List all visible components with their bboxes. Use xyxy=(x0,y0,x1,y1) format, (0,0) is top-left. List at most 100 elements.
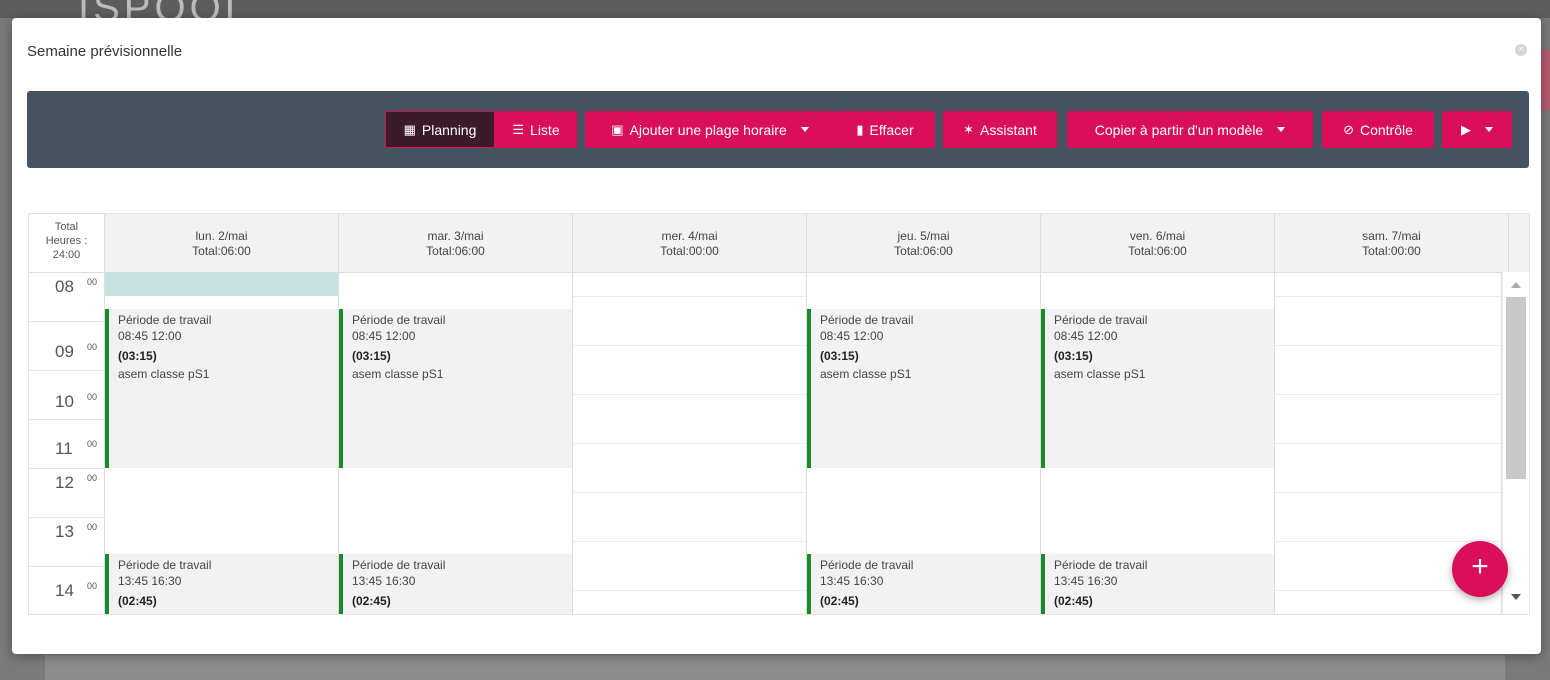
day-header-friday: ven. 6/mai Total:06:00 xyxy=(1041,214,1275,272)
hour-row: 11 00 xyxy=(29,419,105,469)
event-time: 08:45 12:00 xyxy=(352,329,416,343)
hour-row: 14 00 xyxy=(29,566,105,614)
hour-label: 12 xyxy=(55,473,74,492)
check-circle-icon: ⊘ xyxy=(1343,121,1354,137)
work-period-event[interactable]: Période de travail 08:45 12:00 (03:15) a… xyxy=(807,309,1040,468)
day-column-thursday[interactable]: Période de travail 08:45 12:00 (03:15) a… xyxy=(807,272,1041,614)
hours-label: Heures : xyxy=(45,235,88,247)
time-column: 08 00 09 00 10 00 11 00 12 00 13 00 14 00 xyxy=(29,272,105,614)
event-title: Période de travail xyxy=(1054,313,1148,327)
time-slot[interactable] xyxy=(1275,419,1501,444)
minute-label: 00 xyxy=(87,392,98,402)
day-column-wednesday[interactable] xyxy=(573,272,807,614)
work-period-event[interactable]: Période de travail 13:45 16:30 (02:45) xyxy=(339,554,572,614)
minute-label: 00 xyxy=(87,277,98,287)
hour-row: 10 00 xyxy=(29,370,105,420)
planning-view-button[interactable]: ▦ Planning xyxy=(385,111,495,148)
total-hours-value: 24:00 xyxy=(52,249,81,261)
day-name: sam. 7/mai xyxy=(1362,229,1421,243)
event-label: asem classe pS1 xyxy=(118,367,210,381)
export-icon: ▶ xyxy=(1461,121,1471,137)
work-period-event[interactable]: Période de travail 08:45 12:00 (03:15) a… xyxy=(1041,309,1274,468)
scrollbar-thumb[interactable] xyxy=(1506,297,1526,479)
selected-slot[interactable] xyxy=(105,272,338,296)
day-column-friday[interactable]: Période de travail 08:45 12:00 (03:15) a… xyxy=(1041,272,1275,614)
time-slot[interactable] xyxy=(573,419,806,444)
day-name: lun. 2/mai xyxy=(195,229,248,243)
time-slot[interactable] xyxy=(573,566,806,591)
list-view-button[interactable]: ☰ Liste xyxy=(495,111,577,148)
event-time: 13:45 16:30 xyxy=(352,574,416,588)
control-button[interactable]: ⊘ Contrôle xyxy=(1322,111,1434,148)
time-slot[interactable] xyxy=(1275,517,1501,542)
control-label: Contrôle xyxy=(1359,121,1413,138)
weekly-planning-grid: Total Heures : 24:00 lun. 2/mai Total:06… xyxy=(28,213,1530,615)
toolbar: ▦ Planning ☰ Liste ▣ Ajouter une plage h… xyxy=(27,91,1529,168)
day-column-tuesday[interactable]: Période de travail 08:45 12:00 (03:15) a… xyxy=(339,272,573,614)
planning-label: Planning xyxy=(421,121,477,138)
time-slot[interactable] xyxy=(1275,370,1501,395)
day-total: Total:06:00 xyxy=(894,244,953,258)
close-icon[interactable]: × xyxy=(1515,44,1527,56)
magic-wand-icon: ✶ xyxy=(963,121,975,137)
background-header: ISPOOL xyxy=(0,0,1550,30)
assistant-button[interactable]: ✶ Assistant xyxy=(943,111,1057,148)
time-slot[interactable] xyxy=(573,370,806,395)
minute-label: 00 xyxy=(87,439,98,449)
event-label: asem classe pS1 xyxy=(1054,367,1146,381)
event-title: Période de travail xyxy=(118,558,212,572)
event-duration: (02:45) xyxy=(1054,594,1093,608)
grid-header: Total Heures : 24:00 lun. 2/mai Total:06… xyxy=(29,214,1529,273)
event-duration: (02:45) xyxy=(352,594,391,608)
event-time: 13:45 16:30 xyxy=(118,574,182,588)
event-title: Période de travail xyxy=(820,313,914,327)
time-slot[interactable] xyxy=(573,468,806,493)
day-header-wednesday: mer. 4/mai Total:00:00 xyxy=(573,214,807,272)
time-slot[interactable] xyxy=(573,517,806,542)
day-name: ven. 6/mai xyxy=(1129,229,1186,243)
time-slot[interactable] xyxy=(573,321,806,346)
copy-from-template-button[interactable]: Copier à partir d'un modèle xyxy=(1067,111,1313,148)
hour-row: 09 00 xyxy=(29,321,105,371)
add-floating-button[interactable]: + xyxy=(1452,541,1508,597)
copy-from-template-label: Copier à partir d'un modèle xyxy=(1094,121,1264,138)
work-period-event[interactable]: Période de travail 08:45 12:00 (03:15) a… xyxy=(105,309,338,468)
time-slot[interactable] xyxy=(573,272,806,297)
work-period-event[interactable]: Période de travail 13:45 16:30 (02:45) xyxy=(807,554,1040,614)
event-time: 08:45 12:00 xyxy=(118,329,182,343)
hour-label: 08 xyxy=(55,277,74,296)
export-button[interactable]: ▶ xyxy=(1442,111,1512,148)
day-name: mar. 3/mai xyxy=(427,229,484,243)
work-period-event[interactable]: Période de travail 13:45 16:30 (02:45) xyxy=(105,554,338,614)
day-column-monday[interactable]: Période de travail 08:45 12:00 (03:15) a… xyxy=(105,272,339,614)
time-slot[interactable] xyxy=(1275,321,1501,346)
calendar-plus-icon: ▣ xyxy=(611,121,624,137)
clear-button[interactable]: ▮ Effacer xyxy=(835,111,935,148)
minute-label: 00 xyxy=(87,342,98,352)
day-header-tuesday: mar. 3/mai Total:06:00 xyxy=(339,214,573,272)
background-table xyxy=(45,655,1505,680)
list-icon: ☰ xyxy=(512,121,525,137)
work-period-event[interactable]: Période de travail 13:45 16:30 (02:45) xyxy=(1041,554,1274,614)
add-time-slot-button[interactable]: ▣ Ajouter une plage horaire xyxy=(585,111,835,148)
day-total: Total:06:00 xyxy=(426,244,485,258)
time-slot[interactable] xyxy=(1275,272,1501,297)
event-time: 13:45 16:30 xyxy=(820,574,884,588)
work-period-event[interactable]: Période de travail 08:45 12:00 (03:15) a… xyxy=(339,309,572,468)
hour-label: 13 xyxy=(55,522,74,541)
event-title: Période de travail xyxy=(118,313,212,327)
scroll-up-icon[interactable] xyxy=(1511,282,1521,288)
scroll-down-icon[interactable] xyxy=(1511,594,1521,600)
chevron-down-icon xyxy=(1485,127,1493,132)
add-time-slot-label: Ajouter une plage horaire xyxy=(629,121,787,138)
event-time: 08:45 12:00 xyxy=(820,329,884,343)
forecast-week-modal: Semaine prévisionnelle × ▦ Planning ☰ Li… xyxy=(12,18,1541,654)
time-slot[interactable] xyxy=(1275,468,1501,493)
minute-label: 00 xyxy=(87,522,98,532)
background-edge xyxy=(1540,50,1550,110)
day-name: mer. 4/mai xyxy=(661,229,718,243)
modal-title: Semaine prévisionnelle xyxy=(27,43,183,60)
chevron-down-icon xyxy=(800,127,809,132)
total-hours-cell: Total Heures : 24:00 xyxy=(29,214,105,272)
event-duration: (03:15) xyxy=(118,349,157,363)
